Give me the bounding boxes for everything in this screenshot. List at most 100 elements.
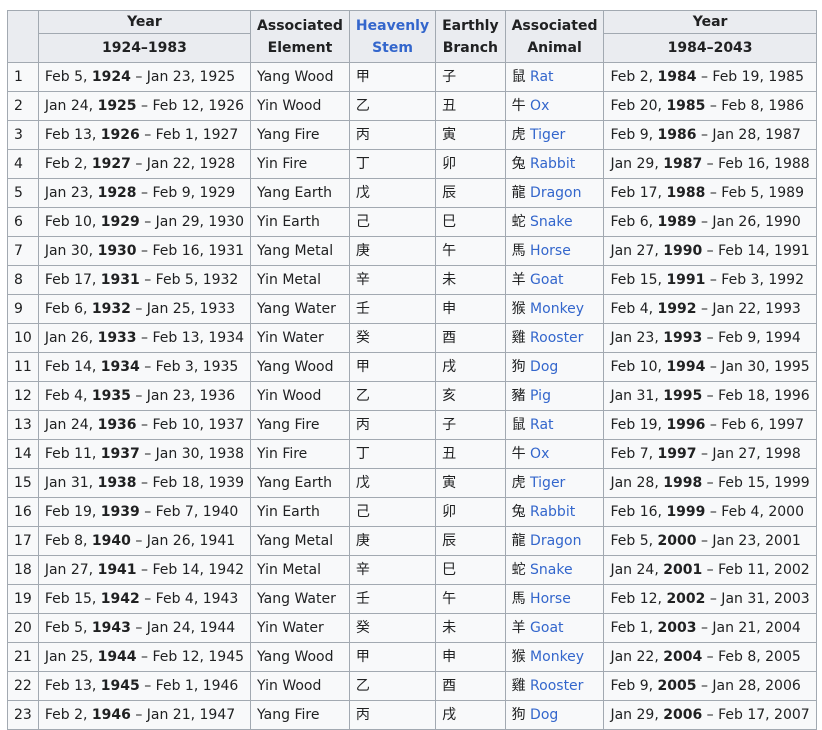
end-date: – Feb 14, 1942	[141, 562, 245, 578]
animal-link[interactable]: Rabbit	[530, 504, 575, 520]
animal-cell: 牛 Ox	[504, 91, 605, 121]
year-range-a: Feb 6, 1932 – Jan 25, 1933	[37, 294, 252, 324]
year: 1994	[666, 359, 706, 375]
end-date: – Feb 4, 2000	[709, 504, 804, 520]
animal-cell: 虎 Tiger	[504, 120, 605, 150]
element-cell: Yang Wood	[250, 62, 350, 92]
animal-link[interactable]: Dog	[530, 359, 558, 375]
year-range-a: Feb 2, 1927 – Jan 22, 1928	[37, 149, 252, 179]
animal-character: 牛	[511, 446, 526, 462]
table-row: 13 Jan 24, 1936 – Feb 10, 1937 Yang Fire 丙子…	[7, 410, 817, 440]
start-date: Feb 16,	[610, 504, 662, 520]
end-date: – Feb 10, 1937	[141, 417, 245, 433]
branch-cell: 辰	[435, 526, 506, 556]
year-range-a: Feb 8, 1940 – Jan 26, 1941	[37, 526, 252, 556]
start-date: Feb 2,	[610, 69, 654, 85]
year: 1934	[100, 359, 140, 375]
start-date: Feb 13,	[44, 127, 97, 143]
start-date: Jan 26,	[44, 330, 94, 346]
animal-character: 兔	[511, 156, 526, 172]
stem-cell: 甲	[348, 642, 437, 672]
element-cell: Yang Fire	[250, 410, 350, 440]
stem-cell: 丙	[348, 700, 437, 730]
start-date: Feb 4,	[44, 388, 88, 404]
element-cell: Yin Water	[250, 613, 350, 643]
animal-link[interactable]: Rooster	[530, 330, 583, 346]
stem-cell: 庚	[348, 526, 437, 556]
stem-cell: 丙	[348, 120, 437, 150]
animal-link[interactable]: Horse	[530, 243, 571, 259]
header-heavenly-stem-link[interactable]: Heavenly Stem	[348, 10, 437, 63]
start-date: Jan 24,	[44, 417, 94, 433]
header-element: Associated Element	[250, 10, 350, 63]
year-range-b: Feb 15, 1991 – Feb 3, 1992	[603, 265, 817, 295]
animal-link[interactable]: Dragon	[530, 185, 581, 201]
end-date: – Jan 30, 1995	[709, 359, 810, 375]
animal-link[interactable]: Rat	[530, 417, 554, 433]
zodiac-year-table: Year Associated Element Heavenly Stem Ea…	[7, 10, 817, 730]
year-range-a: Jan 25, 1944 – Feb 12, 1945	[37, 642, 252, 672]
animal-link[interactable]: Rabbit	[530, 156, 575, 172]
start-date: Feb 15,	[610, 272, 662, 288]
year: 2004	[663, 649, 703, 665]
start-date: Feb 10,	[610, 359, 662, 375]
year: 1933	[97, 330, 137, 346]
year: 1988	[666, 185, 706, 201]
element-cell: Yin Metal	[250, 265, 350, 295]
row-index: 21	[7, 642, 39, 672]
animal-link[interactable]: Monkey	[530, 301, 584, 317]
animal-link[interactable]: Horse	[530, 591, 571, 607]
row-index: 11	[7, 352, 39, 382]
stem-cell: 庚	[348, 236, 437, 266]
row-index: 6	[7, 207, 39, 237]
animal-link[interactable]: Ox	[530, 446, 549, 462]
animal-cell: 猴 Monkey	[504, 294, 605, 324]
end-date: – Feb 5, 1989	[709, 185, 804, 201]
year: 1939	[100, 504, 140, 520]
animal-link[interactable]: Dragon	[530, 533, 581, 549]
animal-character: 蛇	[511, 214, 526, 230]
end-date: – Jan 22, 1928	[135, 156, 236, 172]
year-range-a: Jan 30, 1930 – Feb 16, 1931	[37, 236, 252, 266]
end-date: – Feb 8, 2005	[706, 649, 801, 665]
branch-cell: 戌	[435, 700, 506, 730]
animal-character: 羊	[511, 620, 526, 636]
animal-link[interactable]: Snake	[530, 562, 573, 578]
animal-character: 虎	[511, 127, 526, 143]
branch-cell: 午	[435, 584, 506, 614]
animal-link[interactable]: Goat	[530, 272, 563, 288]
row-index: 17	[7, 526, 39, 556]
table-row: 11 Feb 14, 1934 – Feb 3, 1935 Yang Wood 甲戌狗…	[7, 352, 817, 382]
start-date: Feb 19,	[44, 504, 97, 520]
branch-cell: 卯	[435, 149, 506, 179]
animal-link[interactable]: Tiger	[530, 475, 565, 491]
element-cell: Yang Wood	[250, 642, 350, 672]
animal-link[interactable]: Tiger	[530, 127, 565, 143]
animal-cell: 牛 Ox	[504, 439, 605, 469]
stem-cell: 甲	[348, 352, 437, 382]
year: 1928	[97, 185, 137, 201]
animal-character: 猴	[511, 649, 526, 665]
animal-link[interactable]: Goat	[530, 620, 563, 636]
end-date: – Jan 29, 1930	[144, 214, 245, 230]
animal-link[interactable]: Dog	[530, 707, 558, 723]
year: 1926	[100, 127, 140, 143]
start-date: Jan 29,	[610, 156, 659, 172]
start-date: Feb 15,	[44, 591, 97, 607]
year: 1932	[91, 301, 131, 317]
animal-link[interactable]: Pig	[530, 388, 551, 404]
animal-link[interactable]: Ox	[530, 98, 549, 114]
year-range-b: Feb 19, 1996 – Feb 6, 1997	[603, 410, 817, 440]
animal-link[interactable]: Snake	[530, 214, 573, 230]
year: 1930	[97, 243, 137, 259]
animal-link[interactable]: Rooster	[530, 678, 583, 694]
end-date: – Feb 18, 1996	[706, 388, 810, 404]
year: 1924	[91, 69, 131, 85]
end-date: – Feb 19, 1985	[700, 69, 804, 85]
animal-link[interactable]: Rat	[530, 69, 554, 85]
row-index: 15	[7, 468, 39, 498]
table-row: 8 Feb 17, 1931 – Feb 5, 1932 Yin Metal 辛未羊 …	[7, 265, 817, 295]
year: 2001	[663, 562, 703, 578]
animal-link[interactable]: Monkey	[530, 649, 584, 665]
branch-cell: 申	[435, 294, 506, 324]
